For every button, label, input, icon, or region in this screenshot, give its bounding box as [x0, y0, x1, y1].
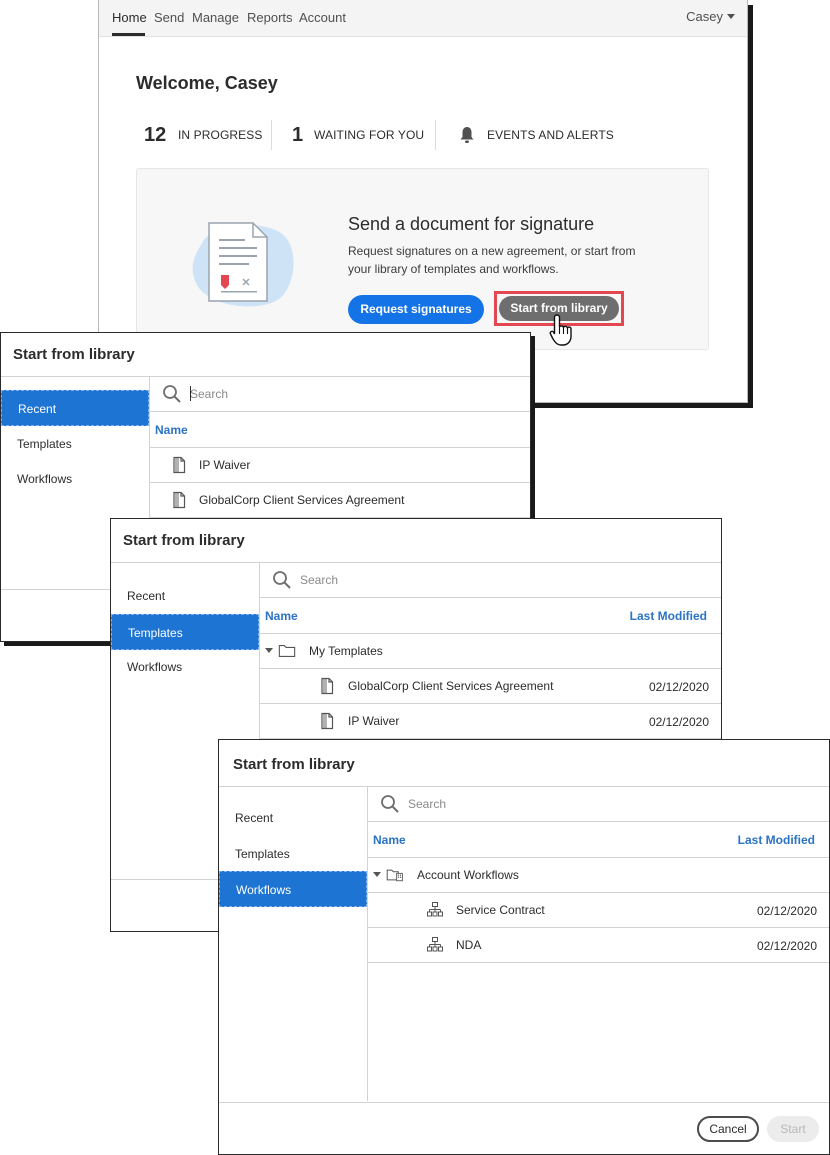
document-illustration-icon — [192, 222, 294, 307]
in-progress-count[interactable]: 12 — [144, 124, 166, 147]
document-icon — [173, 456, 186, 474]
search-input[interactable] — [408, 793, 658, 815]
nav-active-indicator — [112, 33, 145, 36]
workflow-name: Service Contract — [456, 903, 545, 917]
top-nav: Home Send Manage Reports Account Casey — [99, 0, 747, 37]
workflow-icon — [427, 937, 443, 952]
document-icon — [173, 491, 186, 509]
sidebar-item-workflows[interactable]: Workflows — [1, 461, 149, 497]
column-header-last-modified[interactable]: Last Modified — [630, 609, 707, 623]
nav-account[interactable]: Account — [299, 10, 346, 26]
cancel-button[interactable]: Cancel — [697, 1116, 759, 1142]
last-modified-date: 02/12/2020 — [756, 939, 817, 953]
events-label[interactable]: EVENTS AND ALERTS — [487, 128, 614, 142]
document-icon — [321, 712, 334, 730]
send-document-card: Send a document for signature Request si… — [136, 168, 709, 350]
user-menu[interactable]: Casey — [686, 9, 735, 24]
divider — [435, 120, 436, 150]
sidebar-item-recent[interactable]: Recent — [219, 800, 367, 836]
folder-row[interactable]: Account Workflows — [368, 858, 829, 893]
hand-cursor-icon — [549, 314, 572, 346]
sidebar-item-recent[interactable]: Recent — [111, 578, 259, 614]
chevron-down-icon — [727, 14, 735, 19]
dialog-title: Start from library — [123, 532, 245, 549]
column-header-name[interactable]: Name — [265, 609, 298, 623]
search-bar — [368, 787, 829, 822]
expand-arrow-icon[interactable] — [373, 872, 381, 877]
template-name: GlobalCorp Client Services Agreement — [348, 679, 554, 693]
user-name: Casey — [686, 9, 723, 24]
table-row[interactable]: IP Waiver 02/12/2020 — [260, 704, 721, 739]
dialog-title: Start from library — [233, 756, 355, 773]
waiting-label[interactable]: WAITING FOR YOU — [314, 128, 424, 142]
search-icon — [273, 571, 291, 589]
search-icon — [163, 385, 181, 403]
workflow-name: NDA — [456, 938, 482, 952]
template-name: IP Waiver — [348, 714, 400, 728]
list-item[interactable]: GlobalCorp Client Services Agreement — [150, 483, 530, 518]
document-icon — [321, 677, 334, 695]
list-item[interactable]: IP Waiver — [150, 448, 530, 483]
library-dialog-workflows: Start from library Recent Templates Work… — [218, 739, 830, 1155]
search-bar — [150, 377, 530, 412]
sidebar-item-workflows[interactable]: Workflows — [111, 649, 259, 685]
list-item-name: GlobalCorp Client Services Agreement — [199, 493, 405, 507]
sidebar-item-templates[interactable]: Templates — [219, 836, 367, 872]
start-button[interactable]: Start — [767, 1116, 819, 1142]
folder-name: My Templates — [309, 644, 383, 658]
expand-arrow-icon[interactable] — [265, 648, 273, 653]
nav-reports[interactable]: Reports — [247, 10, 293, 26]
nav-home[interactable]: Home — [112, 10, 147, 26]
folder-icon — [278, 645, 296, 657]
list-item-name: IP Waiver — [199, 458, 251, 472]
in-progress-label[interactable]: IN PROGRESS — [178, 128, 262, 142]
workflow-icon — [427, 902, 443, 917]
search-bar — [260, 563, 721, 598]
last-modified-date: 02/12/2020 — [756, 904, 817, 918]
request-signatures-button[interactable]: Request signatures — [348, 295, 484, 324]
nav-manage[interactable]: Manage — [192, 10, 239, 26]
search-input[interactable] — [300, 569, 550, 591]
folder-name: Account Workflows — [417, 868, 519, 882]
footer-divider — [219, 1102, 829, 1103]
table-row[interactable]: NDA 02/12/2020 — [368, 928, 829, 963]
table-row[interactable]: GlobalCorp Client Services Agreement 02/… — [260, 669, 721, 704]
column-header-name[interactable]: Name — [155, 423, 188, 437]
card-title: Send a document for signature — [348, 214, 595, 234]
column-header-name[interactable]: Name — [373, 833, 406, 847]
folder-row[interactable]: My Templates — [260, 634, 721, 669]
waiting-count[interactable]: 1 — [292, 124, 303, 147]
search-icon — [381, 795, 399, 813]
search-input[interactable] — [190, 383, 440, 405]
table-header: Name Last Modified — [260, 598, 721, 634]
text-caret — [190, 386, 191, 401]
column-header-last-modified[interactable]: Last Modified — [738, 833, 815, 847]
nav-send[interactable]: Send — [154, 10, 184, 26]
page-title: Welcome, Casey — [136, 73, 278, 93]
bell-icon — [460, 127, 474, 143]
sidebar-item-templates[interactable]: Templates — [1, 426, 149, 462]
last-modified-date: 02/12/2020 — [648, 715, 709, 729]
dialog-title: Start from library — [13, 346, 135, 363]
last-modified-date: 02/12/2020 — [648, 680, 709, 694]
divider — [271, 120, 272, 150]
table-header: Name — [150, 412, 530, 448]
table-header: Name Last Modified — [368, 822, 829, 858]
table-row[interactable]: Service Contract 02/12/2020 — [368, 893, 829, 928]
sidebar-item-recent[interactable]: Recent — [1, 390, 149, 426]
sidebar-item-templates[interactable]: Templates — [111, 614, 259, 650]
card-description: Request signatures on a new agreement, o… — [348, 244, 636, 276]
sidebar-item-workflows[interactable]: Workflows — [219, 871, 367, 907]
shared-folder-icon — [386, 869, 403, 882]
